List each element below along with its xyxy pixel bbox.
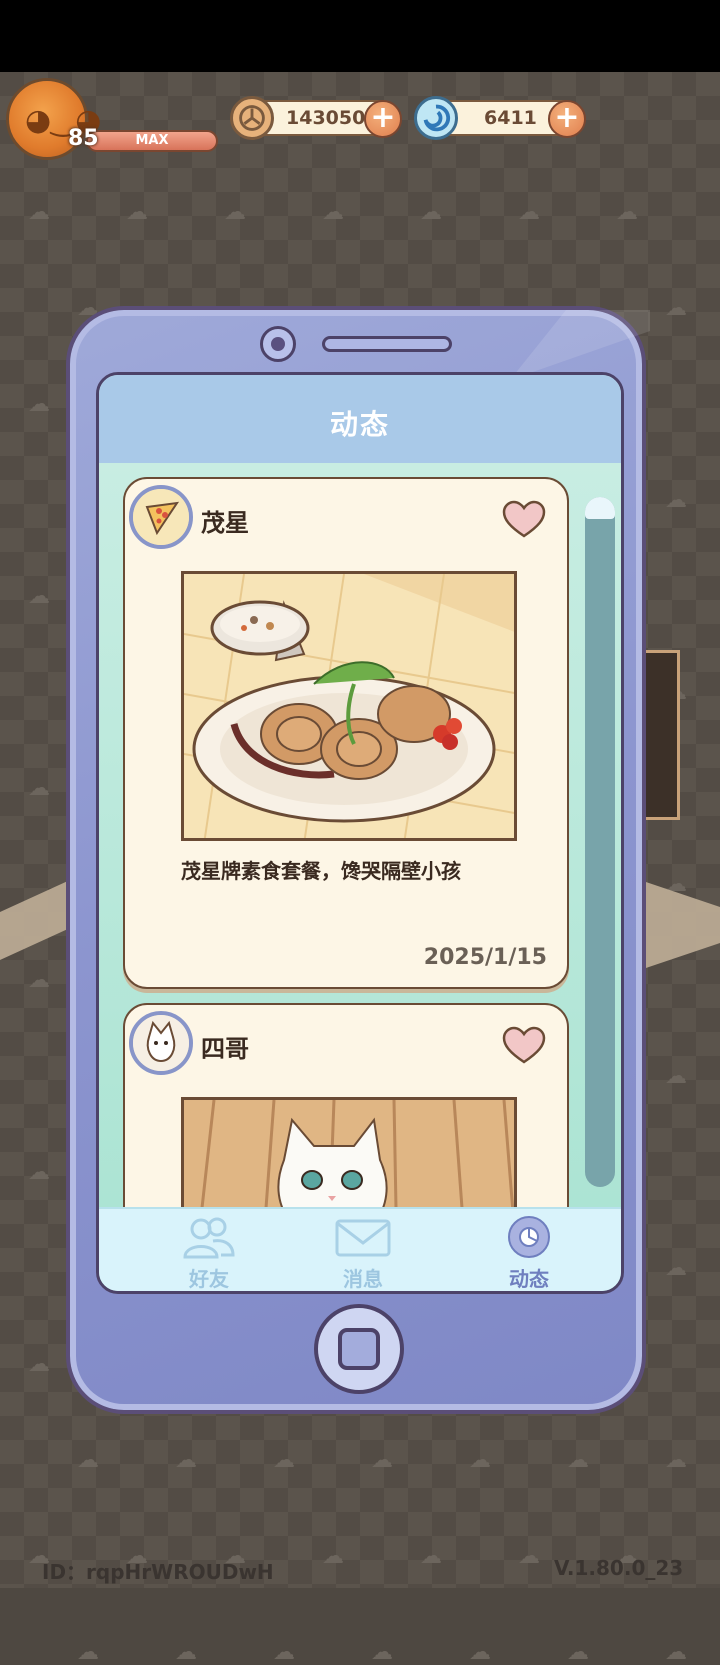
author-name: 四哥 [201,1035,249,1063]
cloud-pattern-icon: ☁ [665,1640,687,1665]
cloud-pattern-icon: ☁ [371,1448,393,1473]
cloud-pattern-icon: ☁ [126,200,148,225]
feed-icon [508,1216,550,1258]
author-name: 茂星 [201,509,249,537]
cloud-pattern-icon: ☁ [28,968,50,993]
cloud-pattern-icon: ☁ [175,1640,197,1665]
pizza-icon [133,489,189,545]
level-progress-bar: MAX [86,130,218,152]
cloud-pattern-icon: ☁ [518,200,540,225]
cloud-pattern-icon: ☁ [665,1448,687,1473]
add-coins-button[interactable]: + [364,100,402,138]
feed-scrollbar[interactable] [585,497,615,1187]
screen-header: 动态 [99,375,621,463]
cloud-pattern-icon: ☁ [469,1448,491,1473]
post-photo-food[interactable] [181,571,517,841]
camera-icon [260,326,296,362]
gem-amount: 6411 [484,107,537,129]
mail-icon [335,1219,391,1257]
status-bar [0,0,720,72]
cloud-pattern-icon: ☁ [665,1064,687,1089]
tab-feed[interactable]: 动态 [469,1215,589,1291]
cloud-pattern-icon: ☁ [28,200,50,225]
tab-friends[interactable]: 好友 [149,1215,269,1291]
feed-list[interactable]: 茂星 茂星牌素食套餐，馋哭隔壁小孩 2025/1/15 四哥 [99,463,621,1207]
player-id: ID：rqpHrWROUDwH [42,1560,274,1584]
level-status-label: MAX [135,133,169,148]
cloud-pattern-icon: ☁ [224,200,246,225]
add-gems-button[interactable]: + [548,100,586,138]
cloud-pattern-icon: ☁ [28,584,50,609]
home-square-icon [338,1328,380,1370]
phone-home-button[interactable] [314,1304,404,1394]
cloud-pattern-icon: ☁ [28,776,50,801]
cloud-pattern-icon: ☁ [567,1640,589,1665]
version-label: V.1.80.0_23 [554,1556,684,1580]
friends-icon [183,1217,235,1259]
feed-post: 茂星 茂星牌素食套餐，馋哭隔壁小孩 2025/1/15 [123,477,569,989]
player-level: 85 [68,126,99,151]
room-decoration [640,650,680,820]
cloud-pattern-icon: ☁ [420,200,442,225]
swirl-gem-icon [414,96,458,140]
cloud-pattern-icon: ☁ [77,1640,99,1665]
cloud-pattern-icon: ☁ [28,392,50,417]
cloud-pattern-icon: ☁ [28,1160,50,1185]
cloud-pattern-icon: ☁ [518,1544,540,1569]
cloud-pattern-icon: ☁ [371,1640,393,1665]
cloud-pattern-icon: ☁ [469,1640,491,1665]
author-avatar[interactable] [129,485,193,549]
tab-label: 动态 [509,1267,549,1291]
post-caption: 茂星牌素食套餐，馋哭隔壁小孩 [181,859,461,883]
coin-amount: 143050 [286,107,366,129]
phone-device: 动态 茂星 茂星牌素食套餐，馋哭隔壁小孩 2025/1/15 四哥 好友 消息 … [66,306,650,1414]
cloud-pattern-icon: ☁ [77,1448,99,1473]
cloud-pattern-icon: ☁ [665,488,687,513]
phone-screen: 动态 茂星 茂星牌素食套餐，馋哭隔壁小孩 2025/1/15 四哥 好友 消息 … [96,372,624,1294]
cloud-pattern-icon: ☁ [28,1352,50,1377]
phone-speaker [322,336,452,352]
author-avatar[interactable] [129,1011,193,1075]
scroll-thumb[interactable] [585,497,615,519]
like-heart-icon[interactable] [501,499,547,539]
phone-shine [510,310,650,380]
cloud-pattern-icon: ☁ [273,1640,295,1665]
cloud-pattern-icon: ☁ [322,200,344,225]
cloud-pattern-icon: ☁ [567,1448,589,1473]
like-heart-icon[interactable] [501,1025,547,1065]
tab-label: 消息 [343,1267,383,1291]
feed-post: 四哥 [123,1003,569,1207]
cloud-pattern-icon: ☁ [420,1544,442,1569]
cat-icon [133,1015,189,1071]
coin-icon [230,96,274,140]
cloud-pattern-icon: ☁ [665,296,687,321]
tab-messages[interactable]: 消息 [303,1215,423,1291]
bottom-tab-bar: 好友 消息 动态 [99,1207,621,1291]
post-date: 2025/1/15 [423,945,547,970]
cloud-pattern-icon: ☁ [665,1256,687,1281]
cloud-pattern-icon: ☁ [175,1448,197,1473]
cloud-pattern-icon: ☁ [322,1544,344,1569]
cloud-pattern-icon: ☁ [616,200,638,225]
post-photo-cat[interactable] [181,1097,517,1207]
cloud-pattern-icon: ☁ [273,1448,295,1473]
tab-label: 好友 [189,1267,229,1291]
pumpkin-icon: ◕‿◕ [25,103,102,138]
page-title: 动态 [329,408,390,441]
